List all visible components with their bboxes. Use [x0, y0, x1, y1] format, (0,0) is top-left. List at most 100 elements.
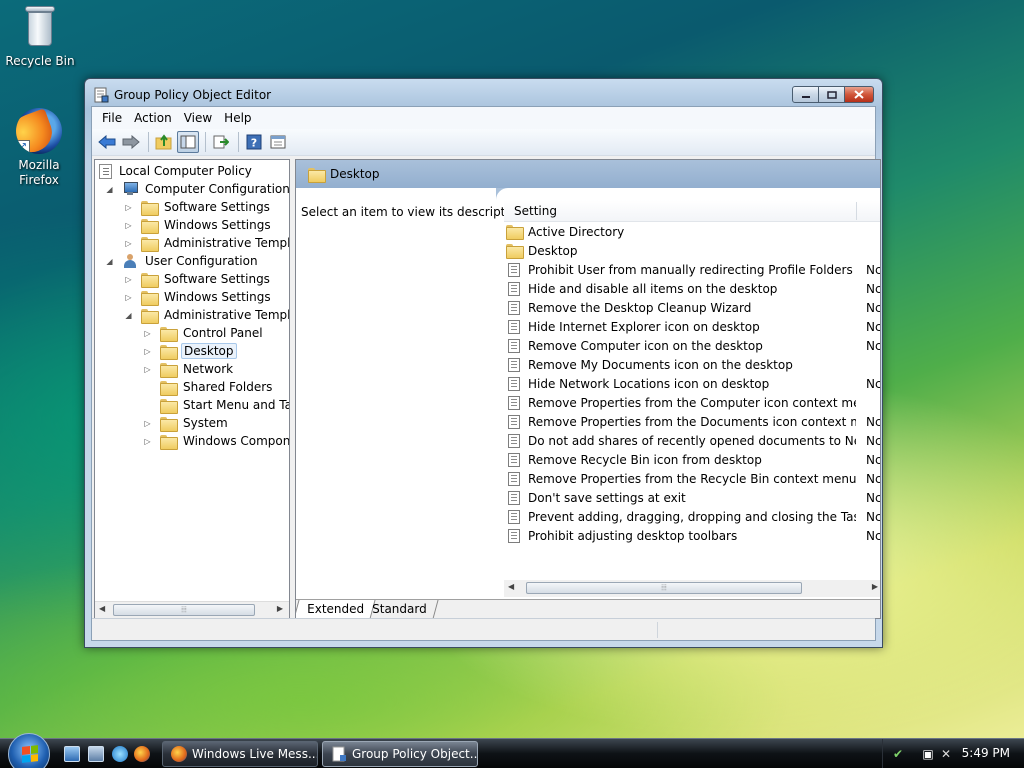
tree-horizontal-scrollbar[interactable]: ◀ ⦙⦙⦙ ▶ [95, 601, 289, 618]
tree-item[interactable]: ▷ Windows Settings [124, 288, 273, 306]
console-tree-icon [180, 135, 196, 149]
scroll-right-icon[interactable]: ▶ [277, 604, 283, 613]
maximize-icon [826, 90, 837, 99]
tree-item[interactable]: ▷ Windows Components [143, 432, 289, 450]
properties-button[interactable] [267, 131, 289, 153]
setting-list-item[interactable]: Prohibit adjusting desktop toolbars Nc [506, 526, 881, 545]
expand-arrow-icon[interactable]: ▷ [143, 329, 152, 338]
maximize-button[interactable] [818, 86, 845, 103]
show-desktop-icon[interactable] [64, 746, 80, 762]
scroll-left-icon[interactable]: ◀ [508, 582, 514, 591]
setting-list-item[interactable]: Prohibit User from manually redirecting … [506, 260, 880, 279]
tree-item[interactable]: ◢ User Configuration [105, 252, 260, 270]
volume-muted-icon[interactable]: ✕ [939, 747, 953, 761]
setting-list-item[interactable]: Don't save settings at exit Nc [506, 488, 880, 507]
setting-list-item[interactable]: Do not add shares of recently opened doc… [506, 431, 880, 450]
export-icon [213, 135, 229, 149]
expand-arrow-icon[interactable]: ▷ [124, 221, 133, 230]
desktop-icon-recycle-bin[interactable]: Recycle Bin [0, 4, 80, 68]
scroll-left-icon[interactable]: ◀ [99, 604, 105, 613]
help-button[interactable]: ? [243, 131, 265, 153]
expand-arrow-icon[interactable]: ▷ [143, 437, 152, 446]
tree-item-label: Desktop [181, 343, 237, 359]
details-horizontal-scrollbar[interactable]: ◀ ⦙⦙⦙ ▶ [504, 580, 880, 597]
switch-windows-icon[interactable] [88, 746, 104, 762]
menu-action[interactable]: Action [128, 111, 178, 125]
taskbar-button-group-policy[interactable]: Group Policy Object... [322, 741, 478, 767]
tree-item[interactable]: ▷ Windows Settings [124, 216, 273, 234]
setting-list-item[interactable]: Prevent adding, dragging, dropping and c… [506, 507, 880, 526]
scrollbar-thumb[interactable]: ⦙⦙⦙ [526, 582, 802, 594]
expand-arrow-icon[interactable]: ▷ [124, 275, 133, 284]
minimize-button[interactable] [792, 86, 819, 103]
expand-arrow-icon[interactable]: ▷ [124, 203, 133, 212]
setting-state: Nc [866, 528, 881, 543]
collapse-arrow-icon[interactable]: ◢ [105, 257, 114, 266]
export-list-button[interactable] [210, 131, 232, 153]
desktop-icon-firefox[interactable]: ↗ Mozilla Firefox [0, 108, 78, 188]
menu-file[interactable]: File [96, 111, 128, 125]
expand-arrow-icon[interactable]: ▷ [143, 365, 152, 374]
expand-arrow-icon[interactable]: ▷ [143, 419, 152, 428]
tree-item[interactable]: ▷ Software Settings [124, 270, 272, 288]
show-hide-tree-button[interactable] [177, 131, 199, 153]
expand-arrow-icon[interactable]: ▷ [124, 293, 133, 302]
clock[interactable]: 5:49 PM [962, 746, 1010, 760]
start-button[interactable] [8, 733, 50, 768]
menu-view[interactable]: View [178, 111, 218, 125]
folder-icon [160, 398, 178, 414]
back-button[interactable] [96, 131, 118, 153]
taskbar-button-messenger[interactable]: Windows Live Mess... [162, 741, 318, 767]
tree-item[interactable]: Start Menu and Taskbar [143, 396, 289, 414]
tree-item[interactable]: ▷ Network [143, 360, 235, 378]
tree-item[interactable]: Local Computer Policy [99, 162, 254, 180]
policy-setting-icon [506, 338, 522, 353]
safely-remove-icon[interactable]: ✔ [891, 747, 905, 761]
scroll-right-icon[interactable]: ▶ [872, 582, 878, 591]
menu-help[interactable]: Help [218, 111, 257, 125]
setting-list-item[interactable]: Remove Properties from the Documents ico… [506, 412, 881, 431]
setting-list-item[interactable]: Remove Recycle Bin icon from desktop Nc [506, 450, 881, 469]
collapse-arrow-icon[interactable]: ◢ [105, 185, 114, 194]
expand-arrow-icon[interactable]: ▷ [124, 239, 133, 248]
internet-explorer-icon[interactable] [112, 746, 128, 762]
setting-list-item[interactable]: Hide and disable all items on the deskto… [506, 279, 880, 298]
tree-item[interactable]: ▷ Software Settings [124, 198, 272, 216]
tree-item[interactable]: ▷ Administrative Templates [124, 234, 289, 252]
setting-state: Nc [866, 452, 881, 467]
setting-list-item[interactable]: Hide Internet Explorer icon on desktop Nc [506, 317, 880, 336]
scrollbar-thumb[interactable]: ⦙⦙⦙ [113, 604, 255, 616]
tree-item[interactable]: Shared Folders [143, 378, 274, 396]
tab-standard[interactable]: Standard [359, 600, 439, 618]
forward-arrow-icon [122, 135, 140, 149]
tree-item[interactable]: ◢ Computer Configuration [105, 180, 289, 198]
setting-list-item[interactable]: Remove My Documents icon on the desktop [506, 355, 880, 374]
firefox-quicklaunch-icon[interactable] [134, 746, 150, 762]
setting-list-item[interactable]: Hide Network Locations icon on desktop Nc [506, 374, 880, 393]
tree-item[interactable]: ▷ Desktop [143, 342, 237, 360]
column-header-setting[interactable]: Setting [514, 204, 557, 218]
firefox-icon [171, 746, 187, 762]
setting-name: Remove Computer icon on the desktop [528, 338, 763, 353]
setting-list-item[interactable]: Remove Properties from the Recycle Bin c… [506, 469, 880, 488]
close-button[interactable] [844, 86, 874, 103]
up-folder-button[interactable] [153, 131, 175, 153]
setting-list-item[interactable]: Remove Computer icon on the desktop Nc [506, 336, 880, 355]
policy-setting-icon [506, 262, 522, 277]
tree-item[interactable]: ▷ System [143, 414, 230, 432]
setting-state: Nc [866, 414, 881, 429]
tree-item[interactable]: ▷ Control Panel [143, 324, 265, 342]
expand-arrow-icon[interactable]: ▷ [143, 347, 152, 356]
computer-icon [122, 182, 138, 196]
forward-button[interactable] [120, 131, 142, 153]
folder-icon [141, 272, 159, 288]
tree-item[interactable]: ◢ Administrative Templates [124, 306, 289, 324]
setting-list-item[interactable]: Remove the Desktop Cleanup Wizard Nc [506, 298, 880, 317]
network-icon[interactable]: ▣ [921, 747, 935, 761]
setting-list-item[interactable]: Remove Properties from the Computer icon… [506, 393, 880, 412]
collapse-arrow-icon[interactable]: ◢ [124, 311, 133, 320]
folder-list-item[interactable]: Desktop [506, 241, 880, 260]
folder-list-item[interactable]: Active Directory [506, 222, 880, 241]
title-bar[interactable]: Group Policy Object Editor [85, 79, 882, 109]
column-header: Setting [504, 200, 880, 222]
